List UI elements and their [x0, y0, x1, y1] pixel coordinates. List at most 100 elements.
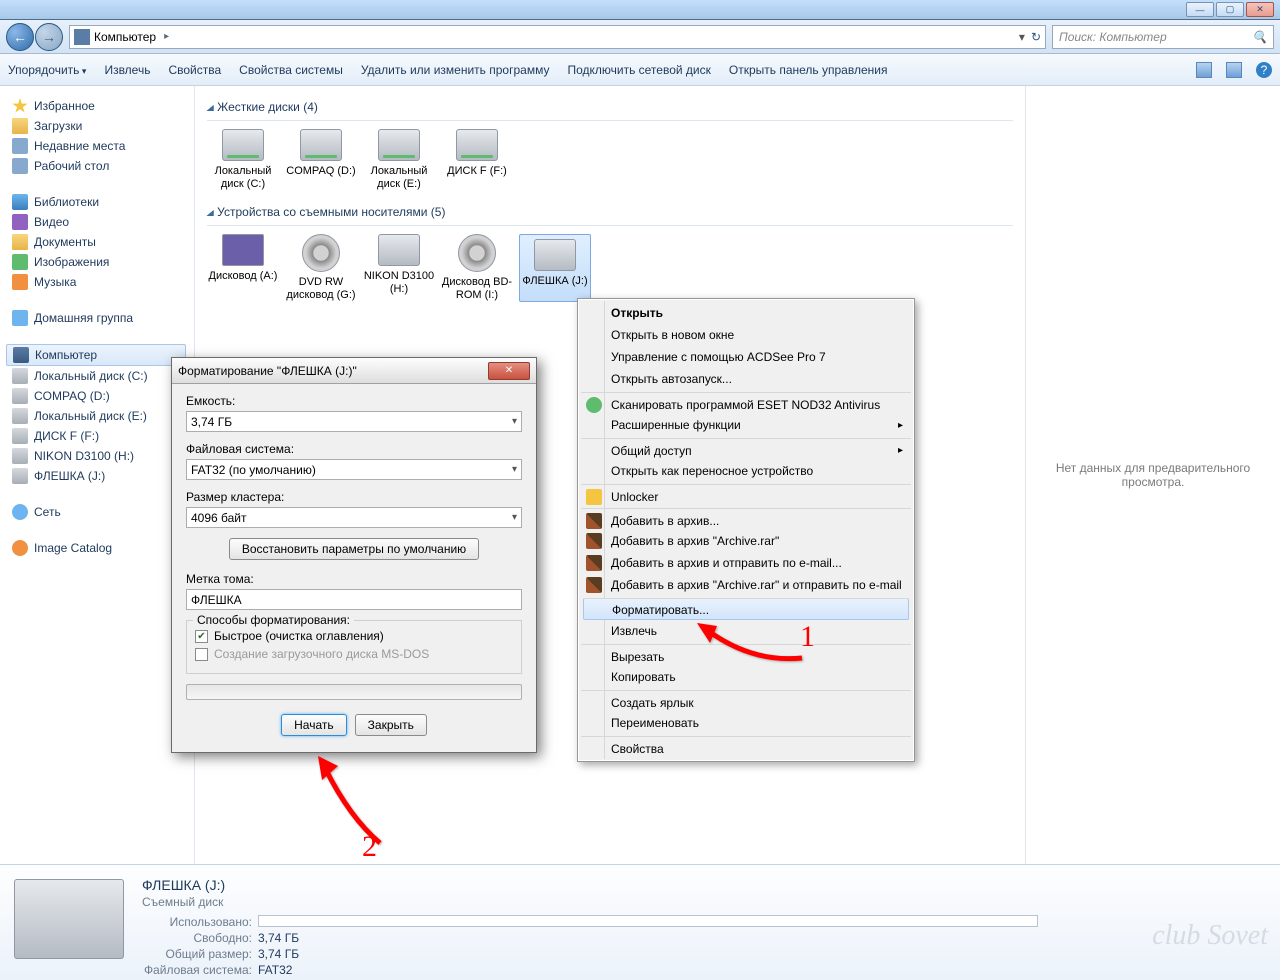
volume-label: Метка тома:	[186, 572, 522, 586]
drive-bdrom[interactable]: Дисковод BD-ROM (I:)	[441, 234, 513, 302]
restore-defaults-button[interactable]: Восстановить параметры по умолчанию	[229, 538, 479, 560]
titlebar: — ▢ ✕	[0, 0, 1280, 20]
sidebar-drive-f[interactable]: ДИСК F (F:)	[12, 426, 194, 446]
ctx-acdsee[interactable]: Управление с помощью ACDSee Pro 7	[581, 346, 911, 368]
drive-icon	[534, 239, 576, 271]
video-icon	[12, 214, 28, 230]
ctx-rar-addname[interactable]: Добавить в архив "Archive.rar"	[581, 530, 911, 552]
sidebar-drive-d[interactable]: COMPAQ (D:)	[12, 386, 194, 406]
ctx-autorun[interactable]: Открыть автозапуск...	[581, 368, 911, 390]
ctx-rename[interactable]: Переименовать	[581, 712, 911, 734]
sidebar-desktop[interactable]: Рабочий стол	[12, 156, 194, 176]
ctx-open-new[interactable]: Открыть в новом окне	[581, 324, 911, 346]
start-button[interactable]: Начать	[281, 714, 347, 736]
volume-input[interactable]	[186, 589, 522, 610]
cluster-select[interactable]: 4096 байт	[186, 507, 522, 528]
ctx-rar-add[interactable]: Добавить в архив...	[581, 508, 911, 530]
close-button[interactable]: ✕	[1246, 2, 1274, 17]
sidebar-drive-h[interactable]: NIKON D3100 (H:)	[12, 446, 194, 466]
capacity-select[interactable]: 3,74 ГБ	[186, 411, 522, 432]
back-button[interactable]: ←	[6, 23, 34, 51]
address-bar[interactable]: Компьютер ▸ ▾ ↻	[69, 25, 1046, 49]
capacity-label: Емкость:	[186, 394, 522, 408]
detail-subtitle: Съемный диск	[142, 895, 1038, 909]
eject-button[interactable]: Извлечь	[104, 63, 150, 77]
ctx-open[interactable]: Открыть	[581, 302, 911, 324]
sidebar-videos[interactable]: Видео	[12, 212, 194, 232]
hdd-group-header[interactable]: Жесткие диски (4)	[207, 100, 1013, 114]
drive-f[interactable]: ДИСК F (F:)	[441, 129, 513, 191]
network-section[interactable]: Сеть	[12, 502, 194, 522]
system-properties-button[interactable]: Свойства системы	[239, 63, 343, 77]
sidebar-documents[interactable]: Документы	[12, 232, 194, 252]
eset-icon	[586, 397, 602, 413]
ctx-portable[interactable]: Открыть как переносное устройство	[581, 460, 911, 482]
catalog-section[interactable]: Image Catalog	[12, 538, 194, 558]
sidebar-music[interactable]: Музыка	[12, 272, 194, 292]
properties-button[interactable]: Свойства	[168, 63, 221, 77]
winrar-icon	[586, 555, 602, 571]
minimize-button[interactable]: —	[1186, 2, 1214, 17]
computer-section[interactable]: Компьютер	[6, 344, 186, 366]
usage-bar	[258, 915, 1038, 927]
map-drive-button[interactable]: Подключить сетевой диск	[567, 63, 710, 77]
breadcrumb-arrow-icon[interactable]: ▸	[160, 31, 173, 42]
maximize-button[interactable]: ▢	[1216, 2, 1244, 17]
drive-icon	[456, 129, 498, 161]
sidebar-pictures[interactable]: Изображения	[12, 252, 194, 272]
drive-fleshka[interactable]: ФЛЕШКА (J:)	[519, 234, 591, 302]
chevron-down-icon[interactable]: ▾	[1019, 30, 1025, 44]
uninstall-button[interactable]: Удалить или изменить программу	[361, 63, 550, 77]
dialog-titlebar[interactable]: Форматирование "ФЛЕШКА (J:)" ✕	[172, 358, 536, 384]
refresh-icon[interactable]: ↻	[1031, 30, 1041, 44]
ctx-unlocker[interactable]: Unlocker	[581, 484, 911, 506]
forward-button[interactable]: →	[35, 23, 63, 51]
organize-menu[interactable]: Упорядочить	[8, 63, 86, 77]
sidebar-recent[interactable]: Недавние места	[12, 136, 194, 156]
winrar-icon	[586, 577, 602, 593]
help-icon[interactable]: ?	[1256, 62, 1272, 78]
fs-select[interactable]: FAT32 (по умолчанию)	[186, 459, 522, 480]
pictures-icon	[12, 254, 28, 270]
sidebar-drive-e[interactable]: Локальный диск (E:)	[12, 406, 194, 426]
favorites-section[interactable]: Избранное	[12, 96, 194, 116]
ctx-shortcut[interactable]: Создать ярлык	[581, 690, 911, 712]
ctx-format[interactable]: Форматировать...	[583, 598, 909, 620]
unlocker-icon	[586, 489, 602, 505]
search-input[interactable]: Поиск: Компьютер 🔍	[1052, 25, 1274, 49]
sidebar-drive-j[interactable]: ФЛЕШКА (J:)	[12, 466, 194, 486]
close-button[interactable]: Закрыть	[355, 714, 427, 736]
sidebar-drive-c[interactable]: Локальный диск (C:)	[12, 366, 194, 386]
libraries-section[interactable]: Библиотеки	[12, 192, 194, 212]
drive-d[interactable]: COMPAQ (D:)	[285, 129, 357, 191]
removable-group-header[interactable]: Устройства со съемными носителями (5)	[207, 205, 1013, 219]
annotation-arrow-1	[692, 618, 812, 671]
ctx-rar-email[interactable]: Добавить в архив и отправить по e-mail..…	[581, 552, 911, 574]
view-icon[interactable]	[1196, 62, 1212, 78]
dialog-close-button[interactable]: ✕	[488, 362, 530, 380]
ctx-properties[interactable]: Свойства	[581, 736, 911, 758]
drive-thumbnail	[14, 879, 124, 959]
fs-label: Файловая система:	[186, 442, 522, 456]
format-dialog: Форматирование "ФЛЕШКА (J:)" ✕ Емкость: …	[171, 357, 537, 753]
ctx-eset-scan[interactable]: Сканировать программой ESET NOD32 Antivi…	[581, 392, 911, 414]
drive-e[interactable]: Локальный диск (E:)	[363, 129, 435, 191]
breadcrumb[interactable]: Компьютер	[94, 30, 156, 44]
ctx-eset-adv[interactable]: Расширенные функции▸	[581, 414, 911, 436]
sidebar-downloads[interactable]: Загрузки	[12, 116, 194, 136]
preview-pane-icon[interactable]	[1226, 62, 1242, 78]
drive-nikon[interactable]: NIKON D3100 (H:)	[363, 234, 435, 302]
preview-pane: Нет данных для предварительного просмотр…	[1025, 86, 1280, 864]
ctx-rar-emailname[interactable]: Добавить в архив "Archive.rar" и отправи…	[581, 574, 911, 596]
drive-dvd[interactable]: DVD RW дисковод (G:)	[285, 234, 357, 302]
control-panel-button[interactable]: Открыть панель управления	[729, 63, 888, 77]
drive-floppy[interactable]: Дисковод (A:)	[207, 234, 279, 302]
divider	[207, 225, 1013, 226]
quick-format-checkbox[interactable]: ✔Быстрое (очистка оглавления)	[195, 629, 513, 643]
nav-sidebar: Избранное Загрузки Недавние места Рабочи…	[0, 86, 195, 864]
floppy-icon	[222, 234, 264, 266]
drive-c[interactable]: Локальный диск (C:)	[207, 129, 279, 191]
ctx-share[interactable]: Общий доступ▸	[581, 438, 911, 460]
drive-icon	[300, 129, 342, 161]
homegroup-section[interactable]: Домашняя группа	[12, 308, 194, 328]
